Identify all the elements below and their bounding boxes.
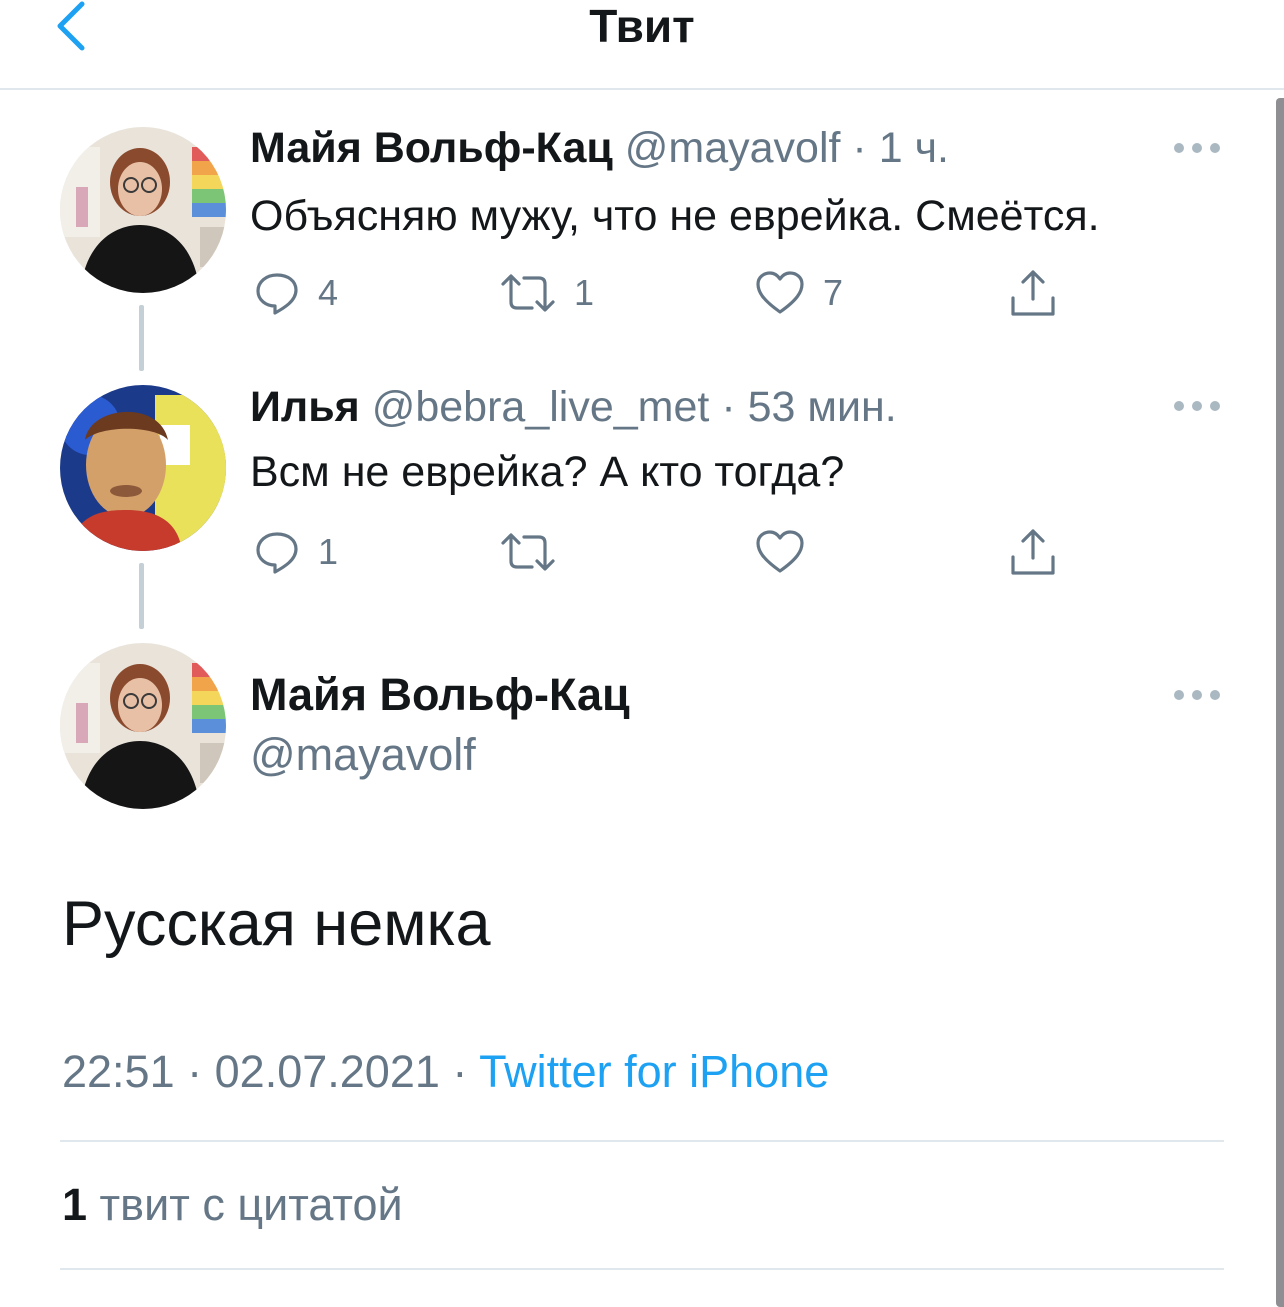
tweet-meta: 22:51 · 02.07.2021 · Twitter for iPhone (62, 1045, 829, 1099)
tweet-text: Объясняю мужу, что не еврейка. Смеётся. (250, 192, 1100, 240)
avatar-bebra-live-met[interactable] (60, 385, 226, 551)
author-handle[interactable]: @mayavolf (250, 728, 476, 782)
heart-icon (756, 271, 804, 314)
author-handle[interactable]: @mayavolf (625, 124, 841, 172)
retweet-icon (501, 274, 555, 312)
tweet-time: 22:51 (62, 1046, 175, 1097)
more-dots-icon (1174, 401, 1184, 411)
divider (60, 1268, 1224, 1270)
scrollbar[interactable] (1276, 98, 1284, 1307)
thread-connector (139, 563, 144, 629)
tweet-header: Майя Вольф-Кац @mayavolf · 1 ч. (250, 122, 949, 174)
share-button[interactable] (1008, 527, 1058, 577)
reply-count: 4 (318, 272, 339, 313)
tweet-header: Илья @bebra_live_met · 53 мин. (250, 381, 897, 433)
separator: · (187, 1046, 203, 1097)
reply-button[interactable]: 4 (254, 268, 338, 318)
page-title: Твит (589, 0, 695, 52)
separator: · (852, 124, 867, 172)
tweet-date: 02.07.2021 (214, 1046, 440, 1097)
avatar-mayavolf[interactable] (60, 643, 226, 809)
like-button[interactable] (755, 527, 823, 577)
tweet-text: Всм не еврейка? А кто тогда? (250, 448, 845, 496)
more-dots-icon (1174, 143, 1184, 153)
quote-tweets-link[interactable]: 1 твит с цитатой (62, 1178, 403, 1232)
retweet-button[interactable]: 1 (500, 268, 594, 318)
retweet-count: 1 (574, 272, 595, 313)
like-count: 7 (823, 272, 844, 313)
more-dots-icon (1174, 690, 1184, 700)
reply-icon (256, 532, 298, 574)
share-icon (1011, 529, 1055, 575)
thread-connector (139, 305, 144, 371)
reply-button[interactable]: 1 (254, 527, 338, 577)
share-icon (1011, 270, 1055, 316)
tweet-time[interactable]: 1 ч. (879, 124, 949, 172)
retweet-button[interactable] (500, 527, 574, 577)
more-options-button[interactable] (1174, 141, 1220, 155)
reply-count: 1 (318, 531, 339, 572)
source-link[interactable]: Twitter for iPhone (479, 1046, 829, 1097)
avatar-image (60, 385, 226, 551)
separator: · (721, 383, 736, 431)
author-name[interactable]: Илья (250, 383, 360, 431)
quote-count: 1 (62, 1179, 88, 1230)
author-name[interactable]: Майя Вольф-Кац (250, 124, 613, 172)
like-button[interactable]: 7 (755, 268, 843, 318)
main-tweet-text: Русская немка (62, 889, 491, 959)
more-options-button[interactable] (1174, 399, 1220, 413)
author-handle[interactable]: @bebra_live_met (372, 383, 710, 431)
heart-icon (756, 530, 804, 573)
quote-label: твит с цитатой (99, 1179, 403, 1230)
retweet-icon (501, 533, 555, 571)
author-name[interactable]: Майя Вольф-Кац (250, 668, 630, 722)
avatar-image (60, 127, 226, 293)
tweet-time[interactable]: 53 мин. (748, 383, 897, 431)
divider (60, 1140, 1224, 1142)
avatar-mayavolf[interactable] (60, 127, 226, 293)
avatar-image (60, 643, 226, 809)
more-options-button[interactable] (1174, 688, 1220, 702)
top-bar: Твит (0, 0, 1284, 90)
share-button[interactable] (1008, 268, 1058, 318)
separator: · (452, 1046, 468, 1097)
reply-icon (256, 273, 298, 315)
